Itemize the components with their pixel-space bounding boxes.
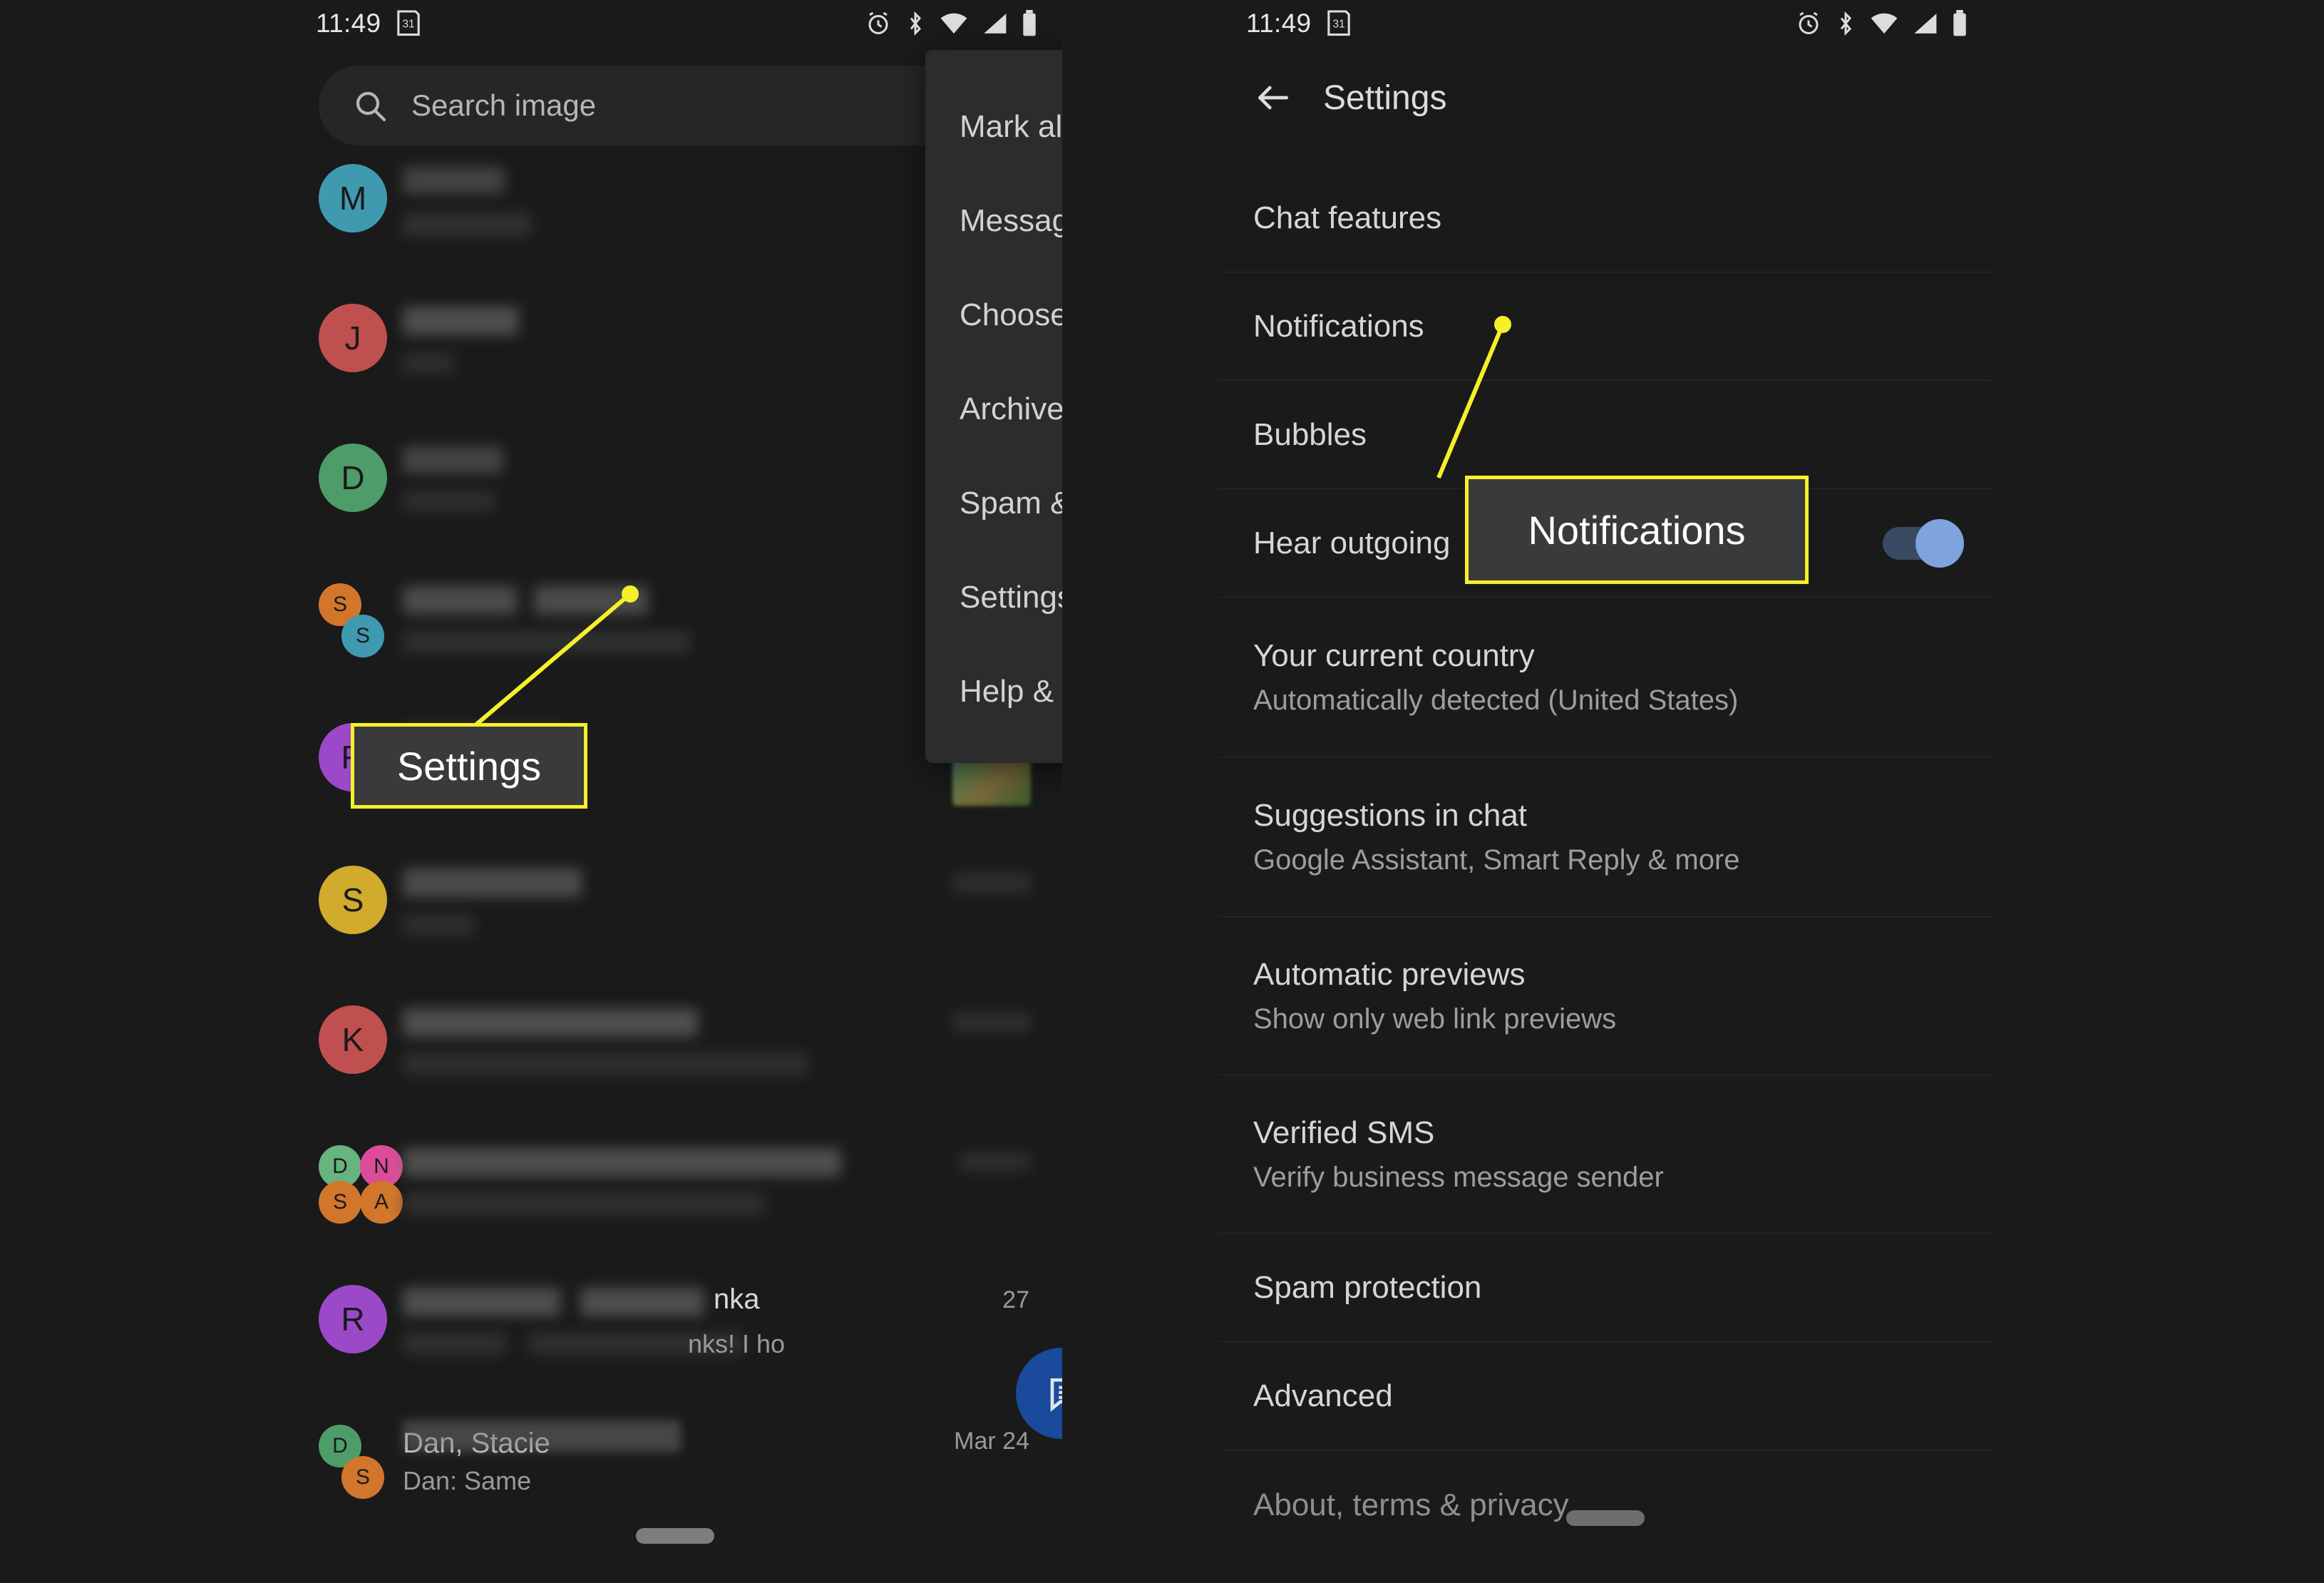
screenshot-canvas: 11:49 31 Search image M J D S S S K D N …: [0, 0, 2324, 1583]
callout-settings-label: Settings: [396, 743, 542, 789]
callout-leader-lines: [475, 316, 1511, 727]
callout-notifications-label: Notifications: [1528, 507, 1746, 553]
callout-notifications: Notifications: [1465, 476, 1809, 584]
callout-settings: Settings: [351, 723, 587, 809]
